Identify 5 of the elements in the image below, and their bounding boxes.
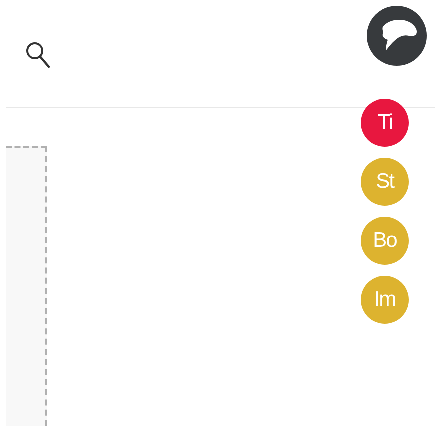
search-icon[interactable] [25,40,51,68]
user-avatar[interactable]: St [361,158,409,206]
user-avatar[interactable]: Im [361,276,409,324]
user-avatar[interactable]: Ti [361,99,409,147]
user-avatar[interactable]: Bo [361,217,409,265]
